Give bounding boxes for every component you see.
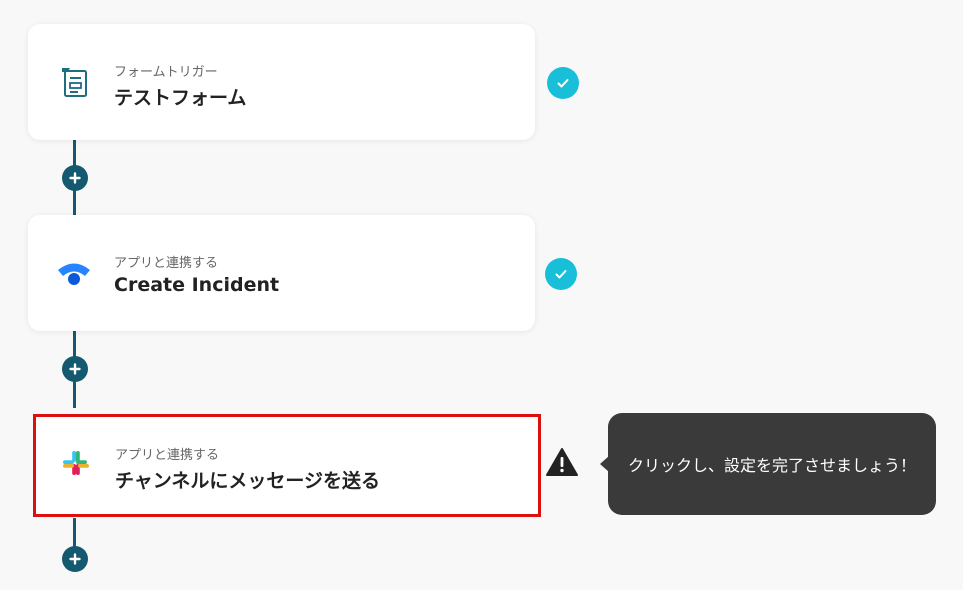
hint-tooltip: クリックし、設定を完了させましょう！ (608, 413, 936, 515)
tooltip-text: クリックし、設定を完了させましょう！ (627, 456, 916, 475)
step-title: チャンネルにメッセージを送る (115, 470, 381, 492)
statuspage-icon (54, 253, 94, 293)
warning-icon (545, 447, 579, 477)
step-subtitle: アプリと連携する (114, 256, 219, 271)
step-subtitle: アプリと連携する (115, 448, 220, 463)
step-card-send-slack-message[interactable]: アプリと連携する チャンネルにメッセージを送る (33, 414, 541, 517)
plus-icon (69, 172, 81, 184)
add-step-button[interactable] (62, 546, 88, 572)
step-title: Create Incident (114, 274, 280, 296)
plus-icon (69, 363, 81, 375)
plus-icon (69, 553, 81, 565)
form-icon (54, 62, 94, 102)
step-card-create-incident[interactable]: アプリと連携する Create Incident (28, 215, 535, 331)
step-subtitle: フォームトリガー (114, 65, 218, 80)
slack-icon (56, 444, 96, 484)
step-card-form-trigger[interactable]: フォームトリガー テストフォーム (28, 24, 535, 140)
check-icon (547, 67, 579, 99)
add-step-button[interactable] (62, 356, 88, 382)
step-title: テストフォーム (114, 87, 247, 109)
add-step-button[interactable] (62, 165, 88, 191)
check-icon (545, 258, 577, 290)
